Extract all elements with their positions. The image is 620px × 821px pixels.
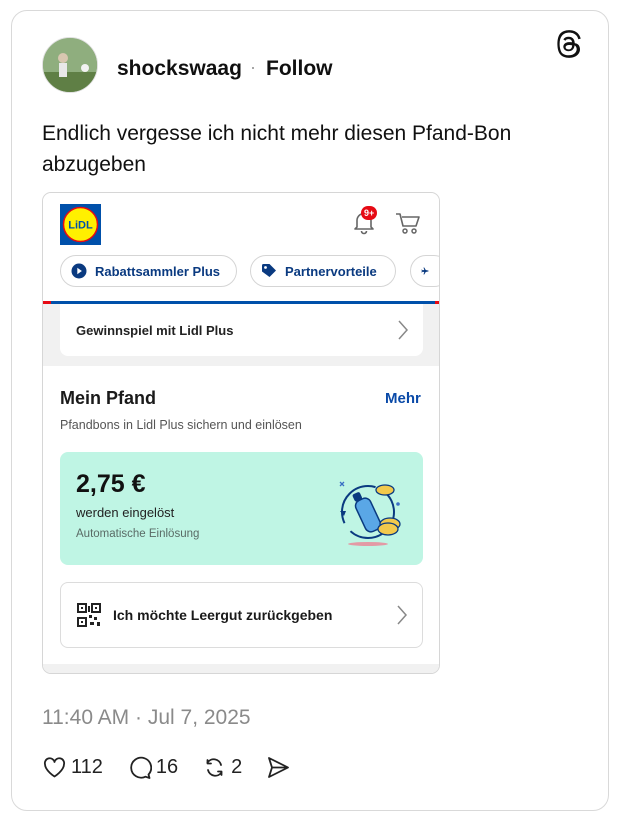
pfand-section: Mein Pfand Mehr Pfandbons in Lidl Plus s… [43,366,439,673]
like-count: 112 [71,755,103,778]
qr-code-icon [77,603,101,627]
send-icon [268,756,290,778]
chip-travel[interactable] [410,255,439,287]
chevron-right-icon [397,605,408,625]
chip-partnervorteile[interactable]: Partnervorteile [250,255,396,287]
follow-button[interactable]: Follow [266,57,333,81]
screenshot-bottom-edge [43,664,439,673]
nav-divider-accent-left [43,301,51,304]
app-header: LiDL 9+ Rabattsammler Plus Partnervortei… [43,193,439,301]
lidl-logo: LiDL [60,204,101,245]
post-timestamp[interactable]: 11:40 AM · Jul 7, 2025 [42,706,251,730]
repost-icon [206,757,223,777]
tag-icon [262,264,276,277]
bottle-coins-illustration [339,481,401,546]
pfand-title: Mein Pfand [60,388,157,408]
chip-label: Rabattsammler Plus [95,263,220,279]
leergut-label: Ich möchte Leergut zurückgeben [113,607,333,623]
notification-badge: 9+ [361,206,378,220]
gewinnspiel-label: Gewinnspiel mit Lidl Plus [76,322,234,338]
chevron-right-icon [398,320,409,340]
pfand-status: werden eingelöst [76,505,175,520]
cart-icon[interactable] [395,211,421,235]
post-text: Endlich vergesse ich nicht mehr diesen P… [42,122,512,176]
share-button[interactable] [266,755,295,780]
reply-button[interactable]: 16 [127,755,178,780]
play-circle-icon [71,263,87,279]
repost-count: 2 [231,755,243,778]
header-separator: · [250,57,256,77]
pfand-note: Automatische Einlösung [76,528,200,540]
repost-button[interactable]: 2 [202,755,242,780]
pfand-subtitle: Pfandbons in Lidl Plus sichern und einlö… [60,418,302,432]
airplane-icon [421,267,429,275]
threads-logo-icon[interactable] [556,30,584,58]
lidl-logo-text: LiDL [68,220,93,232]
like-button[interactable]: 112 [42,755,103,780]
heart-icon [43,756,66,777]
reply-count: 16 [155,755,179,778]
chip-label: Partnervorteile [285,263,377,279]
post-username[interactable]: shockswaag [117,57,242,81]
reply-bubble-icon [130,756,152,779]
gewinnspiel-row[interactable]: Gewinnspiel mit Lidl Plus [60,304,423,356]
user-avatar[interactable] [42,37,98,93]
pfand-amount: 2,75 € [76,470,146,498]
nav-divider-accent-right [435,301,439,304]
pfand-balance-card[interactable]: 2,75 € werden eingelöst Automatische Ein… [60,452,423,565]
leergut-return-button[interactable]: Ich möchte Leergut zurückgeben [60,582,423,648]
mehr-link[interactable]: Mehr [385,390,421,407]
attached-screenshot[interactable]: LiDL 9+ Rabattsammler Plus Partnervortei… [42,192,440,674]
post-actions: 112 16 2 [42,752,319,782]
chip-rabattsammler[interactable]: Rabattsammler Plus [60,255,237,287]
